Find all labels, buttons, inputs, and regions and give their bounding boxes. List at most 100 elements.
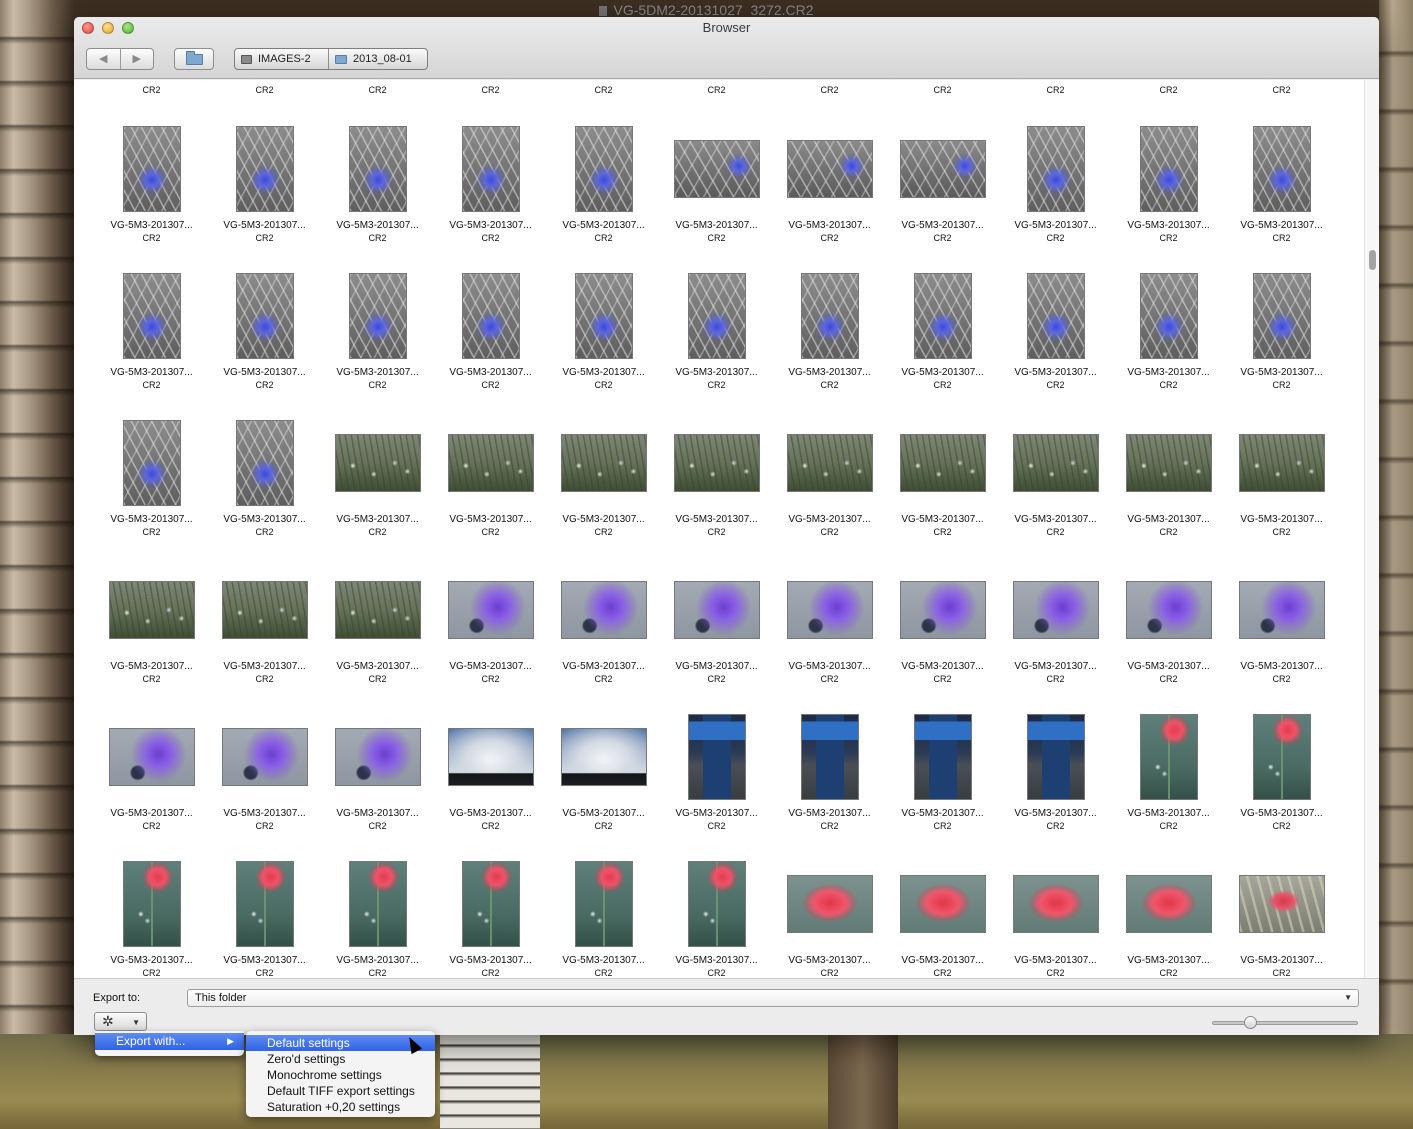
thumbnail-item[interactable]: VG-5M3-201307... CR2	[660, 710, 773, 857]
thumbnail-image[interactable]	[674, 581, 760, 639]
thumbnail-image[interactable]	[688, 714, 746, 800]
thumbnail-image[interactable]	[1140, 273, 1198, 359]
thumbnail-image[interactable]	[109, 728, 195, 786]
vertical-scrollbar[interactable]	[1364, 80, 1379, 978]
thumbnail-item[interactable]: VG-5M3-201307... CR2	[660, 269, 773, 416]
thumbnail-item[interactable]: VG-5M3-201307... CR2	[999, 563, 1112, 710]
thumbnail-image[interactable]	[236, 273, 294, 359]
thumbnail-image[interactable]	[1253, 126, 1311, 212]
thumbnail-item[interactable]: VG-5M3-201307... CR2	[547, 710, 660, 857]
submenu-item-monochrome-settings[interactable]: Monochrome settings	[246, 1067, 435, 1083]
thumbnail-image[interactable]	[1027, 714, 1085, 800]
thumbnail-item[interactable]: VG-5M3-201307... CR2	[999, 710, 1112, 857]
action-menu-button[interactable]: ✲ ▼	[94, 1012, 147, 1031]
thumbnail-image[interactable]	[900, 140, 986, 198]
thumbnail-item[interactable]: VG-5M3-201307... CR2	[434, 563, 547, 710]
thumbnail-image[interactable]	[575, 273, 633, 359]
thumbnail-item[interactable]: VG-5M3-201307... CR2	[95, 710, 208, 857]
thumbnail-item[interactable]: VG-5M3-201307... CR2	[1112, 710, 1225, 857]
thumbnail-item[interactable]: VG-5M3-201307... CR2	[1112, 416, 1225, 563]
thumbnail-item[interactable]: VG-5M3-201307... CR2	[999, 122, 1112, 269]
thumbnail-image[interactable]	[335, 434, 421, 492]
thumbnail-image[interactable]	[123, 273, 181, 359]
thumbnail-image[interactable]	[674, 140, 760, 198]
thumbnail-item[interactable]: VG-5M3-201307... CR2	[886, 857, 999, 978]
thumbnail-item[interactable]: VG-5M3-201307... CR2	[321, 269, 434, 416]
thumbnail-image[interactable]	[349, 126, 407, 212]
thumbnail-item[interactable]: VG-5M3-201307... CR2	[434, 269, 547, 416]
thumbnail-item[interactable]: VG-5M3-201307... CR2	[1225, 710, 1338, 857]
thumbnail-image[interactable]	[1126, 875, 1212, 933]
thumbnail-image[interactable]	[1140, 126, 1198, 212]
thumbnail-image[interactable]	[335, 728, 421, 786]
thumbnail-image[interactable]	[1013, 875, 1099, 933]
thumbnail-item[interactable]: VG-5M3-201307... CR2	[886, 416, 999, 563]
breadcrumb-item-volume[interactable]: IMAGES-2	[235, 49, 329, 69]
thumbnail-image[interactable]	[1126, 434, 1212, 492]
thumbnail-image[interactable]	[1253, 714, 1311, 800]
thumbnail-item[interactable]: VG-5M3-201307... CR2	[434, 857, 547, 978]
thumbnail-image[interactable]	[222, 581, 308, 639]
thumbnail-image[interactable]	[1027, 273, 1085, 359]
thumbnail-image[interactable]	[1239, 875, 1325, 933]
thumbnail-item[interactable]: VG-5M3-201307... CR2	[208, 122, 321, 269]
thumbnail-image[interactable]	[674, 434, 760, 492]
thumbnail-image[interactable]	[123, 861, 181, 947]
thumbnail-image[interactable]	[123, 126, 181, 212]
thumbnail-item[interactable]: VG-5M3-201307... CR2	[773, 122, 886, 269]
thumbnail-item[interactable]: VG-5M3-201307... CR2	[208, 416, 321, 563]
thumbnail-image[interactable]	[236, 861, 294, 947]
thumbnail-item[interactable]: VG-5M3-201307... CR2	[660, 122, 773, 269]
thumbnail-image[interactable]	[123, 420, 181, 506]
thumbnail-item[interactable]: VG-5M3-201307... CR2	[1225, 563, 1338, 710]
thumbnail-image[interactable]	[561, 728, 647, 786]
thumbnail-item[interactable]: VG-5M3-201307... CR2	[660, 857, 773, 978]
thumbnail-image[interactable]	[1013, 434, 1099, 492]
thumbnail-image[interactable]	[1126, 581, 1212, 639]
thumbnail-image[interactable]	[787, 140, 873, 198]
thumbnail-image[interactable]	[787, 581, 873, 639]
thumbnail-item[interactable]: VG-5M3-201307... CR2	[1225, 269, 1338, 416]
thumbnail-image[interactable]	[1013, 581, 1099, 639]
breadcrumb-item-folder[interactable]: 2013_08-01	[329, 49, 418, 69]
thumbnail-image[interactable]	[688, 273, 746, 359]
thumbnail-image[interactable]	[236, 126, 294, 212]
thumbnail-image[interactable]	[462, 273, 520, 359]
submenu-item-saturation-settings[interactable]: Saturation +0,20 settings	[246, 1099, 435, 1115]
thumbnail-item[interactable]: VG-5M3-201307... CR2	[321, 857, 434, 978]
thumbnail-item[interactable]: VG-5M3-201307... CR2	[321, 122, 434, 269]
thumbnail-image[interactable]	[109, 581, 195, 639]
thumbnail-image[interactable]	[1140, 714, 1198, 800]
thumbnail-size-slider[interactable]	[1212, 1016, 1358, 1029]
thumbnail-item[interactable]: VG-5M3-201307... CR2	[773, 269, 886, 416]
thumbnail-item[interactable]: VG-5M3-201307... CR2	[886, 269, 999, 416]
thumbnail-item[interactable]: VG-5M3-201307... CR2	[999, 416, 1112, 563]
thumbnail-item[interactable]: VG-5M3-201307... CR2	[208, 710, 321, 857]
menu-item-export-with[interactable]: Export with... ▶	[95, 1033, 244, 1050]
thumbnail-item[interactable]: VG-5M3-201307... CR2	[434, 416, 547, 563]
thumbnail-item[interactable]: VG-5M3-201307... CR2	[208, 563, 321, 710]
thumbnail-image[interactable]	[448, 581, 534, 639]
thumbnail-image[interactable]	[914, 714, 972, 800]
thumbnail-item[interactable]: VG-5M3-201307... CR2	[1112, 269, 1225, 416]
thumbnail-item[interactable]: VG-5M3-201307... CR2	[95, 122, 208, 269]
thumbnail-item[interactable]: VG-5M3-201307... CR2	[773, 416, 886, 563]
choose-folder-button[interactable]	[174, 48, 214, 70]
thumbnail-item[interactable]: VG-5M3-201307... CR2	[547, 269, 660, 416]
thumbnail-item[interactable]: VG-5M3-201307... CR2	[95, 269, 208, 416]
thumbnail-image[interactable]	[787, 875, 873, 933]
thumbnail-image[interactable]	[222, 728, 308, 786]
thumbnail-image[interactable]	[801, 714, 859, 800]
thumbnail-image[interactable]	[561, 434, 647, 492]
thumbnail-item[interactable]: VG-5M3-201307... CR2	[1112, 857, 1225, 978]
thumbnail-item[interactable]: VG-5M3-201307... CR2	[95, 416, 208, 563]
thumbnail-item[interactable]: VG-5M3-201307... CR2	[773, 563, 886, 710]
thumbnail-item[interactable]: VG-5M3-201307... CR2	[208, 857, 321, 978]
thumbnail-image[interactable]	[335, 581, 421, 639]
submenu-item-zerod-settings[interactable]: Zero'd settings	[246, 1051, 435, 1067]
thumbnail-item[interactable]: VG-5M3-201307... CR2	[999, 269, 1112, 416]
thumbnail-item[interactable]: VG-5M3-201307... CR2	[886, 563, 999, 710]
thumbnail-item[interactable]: VG-5M3-201307... CR2	[1112, 122, 1225, 269]
thumbnail-item[interactable]: VG-5M3-201307... CR2	[95, 563, 208, 710]
thumbnail-item[interactable]: VG-5M3-201307... CR2	[773, 710, 886, 857]
